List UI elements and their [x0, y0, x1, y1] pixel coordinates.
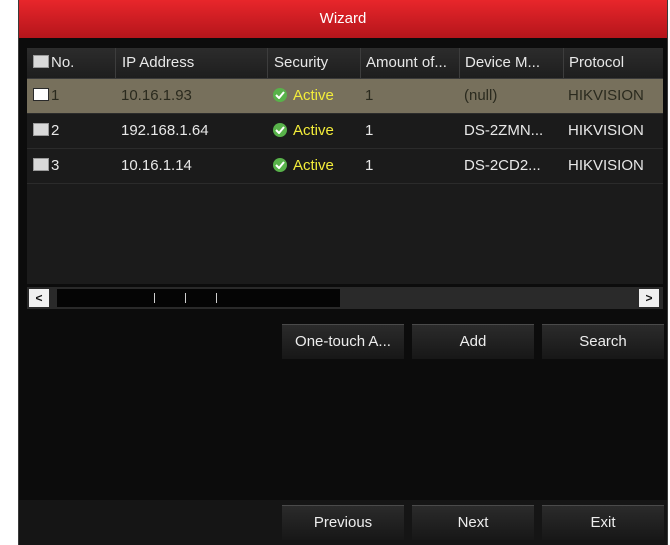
table-row[interactable]: 3 10.16.1.14 Active 1 DS-2CD2... HIKVISI… [27, 149, 663, 184]
row-device-model: (null) [464, 87, 498, 104]
row-protocol: HIKVISION [568, 87, 644, 104]
row-security: Active [267, 149, 360, 183]
thumb-grip [216, 293, 217, 303]
row-no: 1 [51, 87, 60, 104]
security-status: Active [293, 157, 334, 174]
check-circle-icon [273, 88, 287, 102]
header-protocol[interactable]: Protocol [563, 48, 663, 78]
previous-button[interactable]: Previous [282, 505, 404, 540]
check-circle-icon [273, 158, 287, 172]
thumb-grip [154, 293, 155, 303]
row-amount: 1 [365, 122, 374, 139]
row-ip: 192.168.1.64 [121, 122, 209, 139]
row-checkbox[interactable] [33, 158, 49, 171]
table-row[interactable]: 1 10.16.1.93 Active 1 (null) HIKVISION [27, 79, 663, 114]
exit-button[interactable]: Exit [542, 505, 664, 540]
wizard-window: Wizard No. IP Address Security Amount of… [18, 0, 668, 545]
table-header: No. IP Address Security Amount of... Dev… [27, 48, 663, 79]
thumb-grip [185, 293, 186, 303]
row-no-cell: 3 [27, 149, 115, 183]
header-amount[interactable]: Amount of... [360, 48, 459, 78]
header-device-model[interactable]: Device M... [459, 48, 563, 78]
security-status: Active [293, 87, 334, 104]
row-security: Active [267, 79, 360, 113]
row-no: 3 [51, 157, 60, 174]
device-table: No. IP Address Security Amount of... Dev… [27, 48, 663, 284]
row-ip: 10.16.1.93 [121, 87, 192, 104]
row-checkbox[interactable] [33, 88, 49, 101]
scroll-right-button[interactable]: > [639, 289, 659, 307]
row-protocol: HIKVISION [568, 157, 644, 174]
row-device-model: DS-2CD2... [464, 157, 541, 174]
header-security[interactable]: Security [267, 48, 360, 78]
row-no-cell: 2 [27, 114, 115, 148]
next-button[interactable]: Next [412, 505, 534, 540]
row-no-cell: 1 [27, 79, 115, 113]
window-title: Wizard [19, 0, 667, 38]
row-checkbox[interactable] [33, 123, 49, 136]
table-row[interactable]: 2 192.168.1.64 Active 1 DS-2ZMN... HIKVI… [27, 114, 663, 149]
row-no: 2 [51, 122, 60, 139]
row-ip: 10.16.1.14 [121, 157, 192, 174]
row-device-model: DS-2ZMN... [464, 122, 544, 139]
select-all-checkbox[interactable] [33, 55, 49, 68]
header-no-label: No. [51, 54, 75, 71]
horizontal-scrollbar[interactable]: < > [27, 287, 663, 309]
check-circle-icon [273, 123, 287, 137]
header-no[interactable]: No. [27, 48, 115, 78]
add-button[interactable]: Add [412, 324, 534, 359]
search-button[interactable]: Search [542, 324, 664, 359]
row-amount: 1 [365, 87, 374, 104]
row-protocol: HIKVISION [568, 122, 644, 139]
scroll-thumb[interactable] [57, 289, 340, 307]
header-ip-address[interactable]: IP Address [115, 48, 267, 78]
scroll-left-button[interactable]: < [29, 289, 49, 307]
security-status: Active [293, 122, 334, 139]
row-security: Active [267, 114, 360, 148]
one-touch-activate-button[interactable]: One-touch A... [282, 324, 404, 359]
row-amount: 1 [365, 157, 374, 174]
